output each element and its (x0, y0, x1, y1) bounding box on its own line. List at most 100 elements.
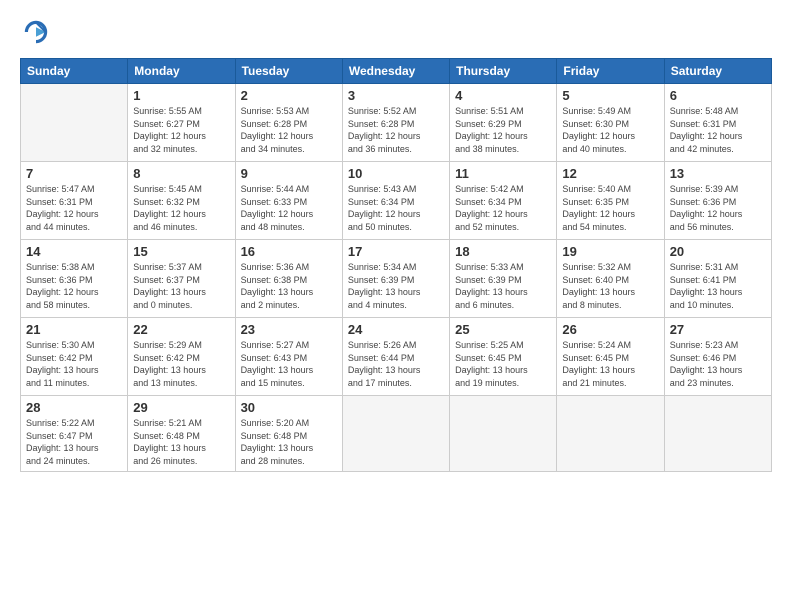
day-info: Sunrise: 5:32 AM Sunset: 6:40 PM Dayligh… (562, 261, 658, 311)
table-row: 7 Sunrise: 5:47 AM Sunset: 6:31 PM Daylig… (21, 162, 128, 240)
table-row: 2Sunrise: 5:53 AM Sunset: 6:28 PM Daylig… (235, 84, 342, 162)
table-row: 8 Sunrise: 5:45 AM Sunset: 6:32 PM Daylig… (128, 162, 235, 240)
table-row: 6 Sunrise: 5:48 AM Sunset: 6:31 PM Daylig… (664, 84, 771, 162)
day-number: 13 (670, 166, 766, 181)
table-row: 10 Sunrise: 5:43 AM Sunset: 6:34 PM Dayli… (342, 162, 449, 240)
table-row (450, 396, 557, 472)
day-info: Sunrise: 5:30 AM Sunset: 6:42 PM Dayligh… (26, 339, 122, 389)
table-row: 21 Sunrise: 5:30 AM Sunset: 6:42 PM Dayli… (21, 318, 128, 396)
day-number: 1 (133, 88, 229, 103)
day-number: 12 (562, 166, 658, 181)
table-row (21, 84, 128, 162)
day-number: 18 (455, 244, 551, 259)
table-row: 28 Sunrise: 5:22 AM Sunset: 6:47 PM Dayli… (21, 396, 128, 472)
weekday-header-row: Sunday Monday Tuesday Wednesday Thursday… (21, 59, 772, 84)
day-info: Sunrise: 5:37 AM Sunset: 6:37 PM Dayligh… (133, 261, 229, 311)
day-info: Sunrise: 5:52 AM Sunset: 6:28 PM Dayligh… (348, 105, 444, 155)
header-saturday: Saturday (664, 59, 771, 84)
day-number: 29 (133, 400, 229, 415)
day-info: Sunrise: 5:22 AM Sunset: 6:47 PM Dayligh… (26, 417, 122, 467)
table-row: 17 Sunrise: 5:34 AM Sunset: 6:39 PM Dayli… (342, 240, 449, 318)
day-info: Sunrise: 5:29 AM Sunset: 6:42 PM Dayligh… (133, 339, 229, 389)
day-info: Sunrise: 5:34 AM Sunset: 6:39 PM Dayligh… (348, 261, 444, 311)
table-row: 27 Sunrise: 5:23 AM Sunset: 6:46 PM Dayli… (664, 318, 771, 396)
day-number: 23 (241, 322, 337, 337)
table-row: 19 Sunrise: 5:32 AM Sunset: 6:40 PM Dayli… (557, 240, 664, 318)
day-number: 16 (241, 244, 337, 259)
table-row: 12 Sunrise: 5:40 AM Sunset: 6:35 PM Dayli… (557, 162, 664, 240)
day-number: 27 (670, 322, 766, 337)
table-row: 11 Sunrise: 5:42 AM Sunset: 6:34 PM Dayli… (450, 162, 557, 240)
header-tuesday: Tuesday (235, 59, 342, 84)
day-info: Sunrise: 5:21 AM Sunset: 6:48 PM Dayligh… (133, 417, 229, 467)
table-row (664, 396, 771, 472)
table-row (342, 396, 449, 472)
day-number: 19 (562, 244, 658, 259)
header-thursday: Thursday (450, 59, 557, 84)
day-info: Sunrise: 5:51 AM Sunset: 6:29 PM Dayligh… (455, 105, 551, 155)
calendar-table: Sunday Monday Tuesday Wednesday Thursday… (20, 58, 772, 472)
day-number: 6 (670, 88, 766, 103)
day-number: 20 (670, 244, 766, 259)
table-row: 3 Sunrise: 5:52 AM Sunset: 6:28 PM Daylig… (342, 84, 449, 162)
day-info: Sunrise: 5:40 AM Sunset: 6:35 PM Dayligh… (562, 183, 658, 233)
logo (20, 16, 56, 48)
day-info: Sunrise: 5:38 AM Sunset: 6:36 PM Dayligh… (26, 261, 122, 311)
day-number: 28 (26, 400, 122, 415)
day-info: Sunrise: 5:44 AM Sunset: 6:33 PM Dayligh… (241, 183, 337, 233)
header-sunday: Sunday (21, 59, 128, 84)
header-wednesday: Wednesday (342, 59, 449, 84)
day-number: 14 (26, 244, 122, 259)
day-number: 4 (455, 88, 551, 103)
day-number: 24 (348, 322, 444, 337)
day-info: Sunrise: 5:31 AM Sunset: 6:41 PM Dayligh… (670, 261, 766, 311)
day-info: Sunrise: 5:20 AM Sunset: 6:48 PM Dayligh… (241, 417, 337, 467)
table-row: 24 Sunrise: 5:26 AM Sunset: 6:44 PM Dayli… (342, 318, 449, 396)
day-number: 17 (348, 244, 444, 259)
day-info: Sunrise: 5:26 AM Sunset: 6:44 PM Dayligh… (348, 339, 444, 389)
table-row: 29 Sunrise: 5:21 AM Sunset: 6:48 PM Dayli… (128, 396, 235, 472)
day-number: 25 (455, 322, 551, 337)
day-info: Sunrise: 5:48 AM Sunset: 6:31 PM Dayligh… (670, 105, 766, 155)
table-row: 1 Sunrise: 5:55 AM Sunset: 6:27 PM Daylig… (128, 84, 235, 162)
table-row: 13 Sunrise: 5:39 AM Sunset: 6:36 PM Dayli… (664, 162, 771, 240)
day-info: Sunrise: 5:43 AM Sunset: 6:34 PM Dayligh… (348, 183, 444, 233)
table-row: 30 Sunrise: 5:20 AM Sunset: 6:48 PM Dayli… (235, 396, 342, 472)
table-row: 22Sunrise: 5:29 AM Sunset: 6:42 PM Dayli… (128, 318, 235, 396)
day-info: Sunrise: 5:23 AM Sunset: 6:46 PM Dayligh… (670, 339, 766, 389)
day-info: Sunrise: 5:45 AM Sunset: 6:32 PM Dayligh… (133, 183, 229, 233)
day-info: Sunrise: 5:36 AM Sunset: 6:38 PM Dayligh… (241, 261, 337, 311)
day-number: 26 (562, 322, 658, 337)
day-info: Sunrise: 5:47 AM Sunset: 6:31 PM Dayligh… (26, 183, 122, 233)
day-info: Sunrise: 5:53 AM Sunset: 6:28 PM Dayligh… (241, 105, 337, 155)
day-info: Sunrise: 5:24 AM Sunset: 6:45 PM Dayligh… (562, 339, 658, 389)
table-row: 16 Sunrise: 5:36 AM Sunset: 6:38 PM Dayli… (235, 240, 342, 318)
day-info: Sunrise: 5:55 AM Sunset: 6:27 PM Dayligh… (133, 105, 229, 155)
table-row: 25 Sunrise: 5:25 AM Sunset: 6:45 PM Dayli… (450, 318, 557, 396)
day-info: Sunrise: 5:27 AM Sunset: 6:43 PM Dayligh… (241, 339, 337, 389)
header-friday: Friday (557, 59, 664, 84)
day-number: 9 (241, 166, 337, 181)
day-info: Sunrise: 5:42 AM Sunset: 6:34 PM Dayligh… (455, 183, 551, 233)
day-number: 10 (348, 166, 444, 181)
table-row: 20 Sunrise: 5:31 AM Sunset: 6:41 PM Dayli… (664, 240, 771, 318)
day-number: 8 (133, 166, 229, 181)
day-info: Sunrise: 5:25 AM Sunset: 6:45 PM Dayligh… (455, 339, 551, 389)
header-monday: Monday (128, 59, 235, 84)
day-number: 3 (348, 88, 444, 103)
day-number: 11 (455, 166, 551, 181)
day-number: 7 (26, 166, 122, 181)
day-number: 21 (26, 322, 122, 337)
day-info: Sunrise: 5:49 AM Sunset: 6:30 PM Dayligh… (562, 105, 658, 155)
table-row: 4 Sunrise: 5:51 AM Sunset: 6:29 PM Daylig… (450, 84, 557, 162)
table-row: 9 Sunrise: 5:44 AM Sunset: 6:33 PM Daylig… (235, 162, 342, 240)
table-row: 23 Sunrise: 5:27 AM Sunset: 6:43 PM Dayli… (235, 318, 342, 396)
day-number: 30 (241, 400, 337, 415)
table-row: 5 Sunrise: 5:49 AM Sunset: 6:30 PM Daylig… (557, 84, 664, 162)
logo-icon (20, 16, 52, 48)
day-info: Sunrise: 5:39 AM Sunset: 6:36 PM Dayligh… (670, 183, 766, 233)
day-number: 15 (133, 244, 229, 259)
day-number: 5 (562, 88, 658, 103)
table-row: 14 Sunrise: 5:38 AM Sunset: 6:36 PM Dayli… (21, 240, 128, 318)
table-row: 26 Sunrise: 5:24 AM Sunset: 6:45 PM Dayli… (557, 318, 664, 396)
